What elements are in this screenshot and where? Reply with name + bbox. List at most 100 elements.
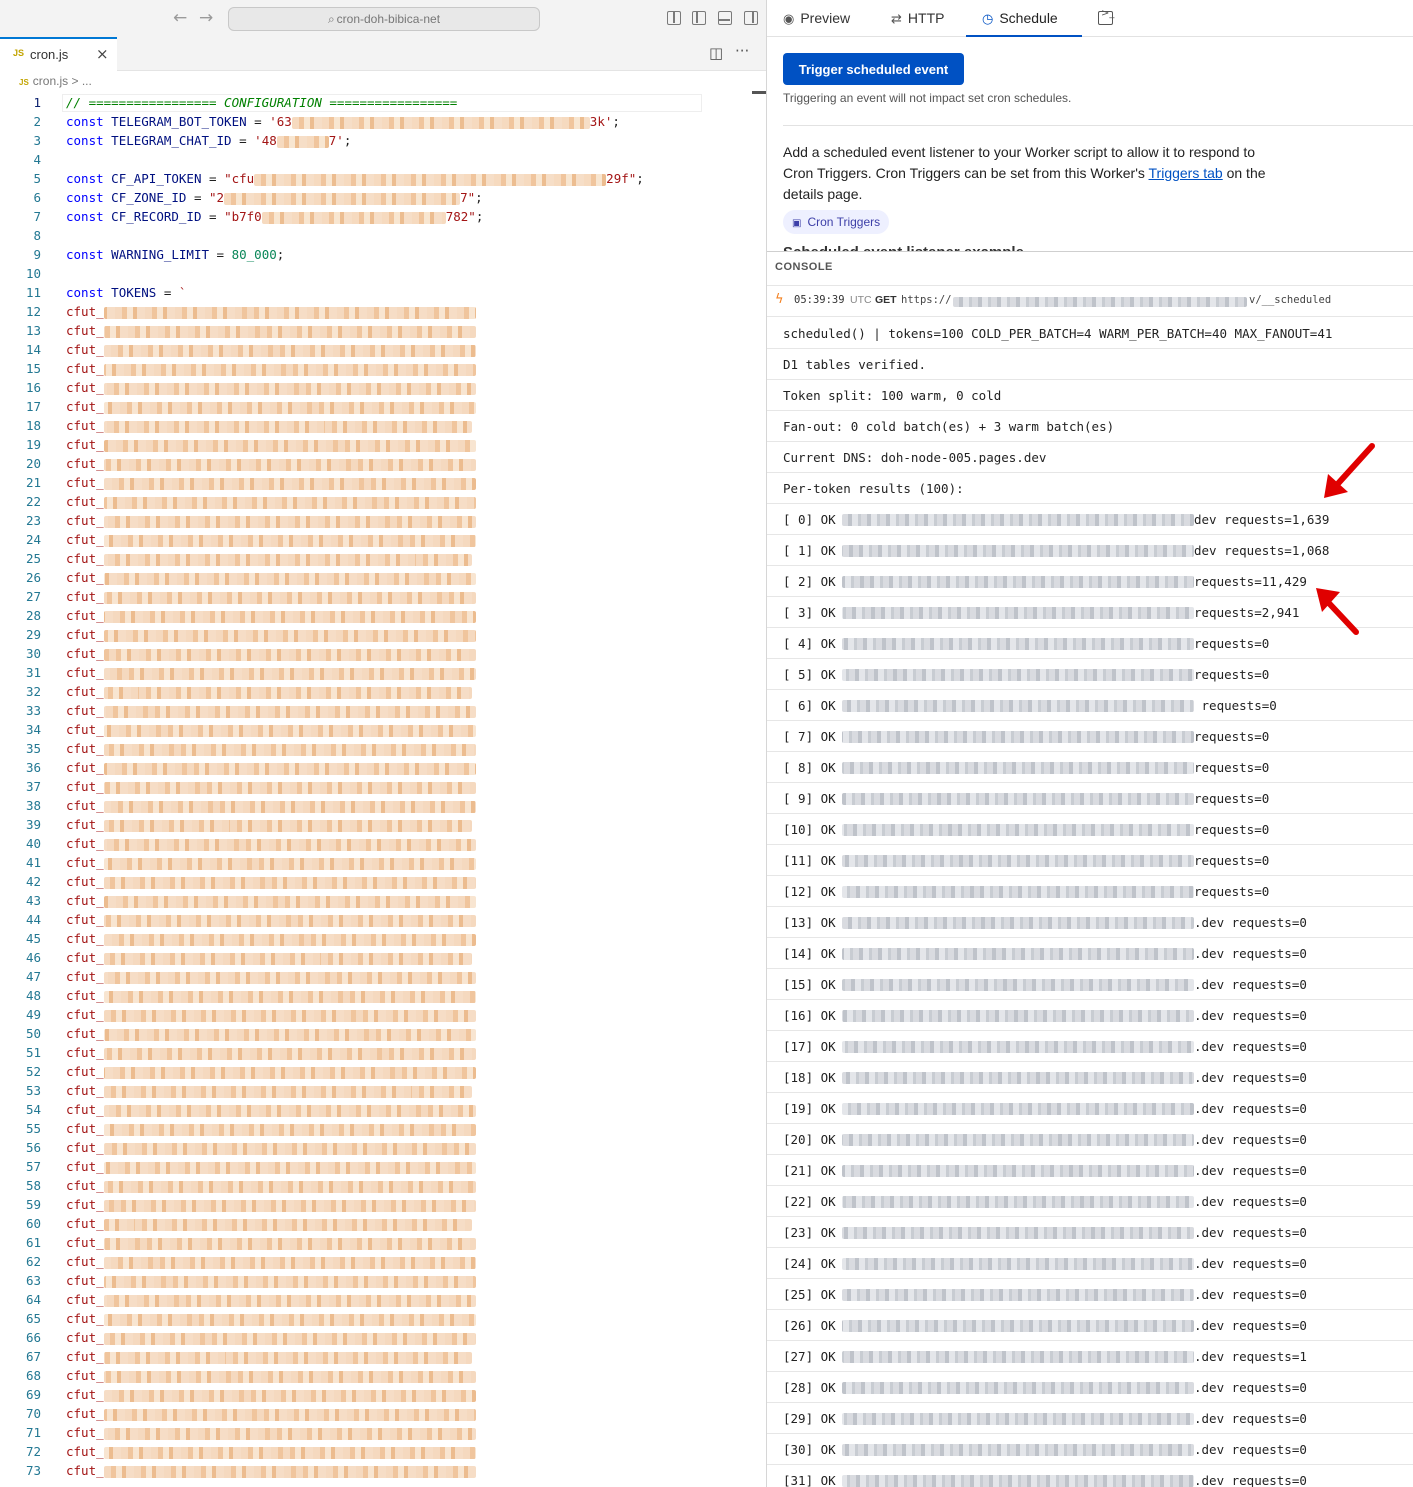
code-line: 19 cfut_ — [0, 435, 752, 454]
more-actions-icon[interactable]: ··· — [735, 42, 749, 60]
token-prefix: cfut_ — [66, 722, 104, 737]
redacted-token — [103, 325, 476, 338]
result-index: [25] OK — [783, 1287, 836, 1302]
token-result-row: [30] OK .dev requests=0 — [767, 1434, 1413, 1465]
tab-cron-js[interactable]: JS cron.js × — [0, 37, 117, 71]
code-area[interactable]: 1 // ================= CONFIGURATION ====… — [0, 93, 752, 1480]
toggle-primary-sidebar-icon[interactable] — [692, 11, 706, 25]
forward-arrow-icon[interactable]: → — [199, 9, 213, 27]
customize-layout-icon[interactable] — [667, 11, 681, 25]
string-literal: 3k' — [589, 114, 613, 129]
redacted-token — [103, 914, 476, 927]
redacted-token — [103, 306, 476, 319]
number-literal: 80_000 — [231, 247, 277, 262]
line-number: 62 — [25, 1254, 41, 1269]
token-prefix: cfut_ — [66, 627, 104, 642]
code-line: 56 cfut_ — [0, 1138, 752, 1157]
result-index: [21] OK — [783, 1163, 836, 1178]
token-prefix: cfut_ — [66, 665, 104, 680]
code-line: 30 cfut_ — [0, 644, 752, 663]
code-line: 17 cfut_ — [0, 397, 752, 416]
redacted-token — [103, 1313, 476, 1326]
result-requests: .dev requests=0 — [1194, 1380, 1307, 1395]
line-number: 58 — [25, 1178, 41, 1193]
token-result-row: [ 1] OK dev requests=1,068 — [767, 535, 1413, 566]
swap-arrows-icon: ⇄ — [891, 12, 902, 27]
operator: = — [201, 171, 225, 186]
token-prefix: cfut_ — [66, 1387, 104, 1402]
line-number: 60 — [25, 1216, 41, 1231]
trigger-scheduled-event-button[interactable]: Trigger scheduled event — [783, 53, 964, 85]
punctuation: ; — [343, 133, 352, 148]
result-index: [27] OK — [783, 1349, 836, 1364]
scrollbar-marker[interactable] — [752, 91, 766, 94]
token-prefix: cfut_ — [66, 741, 104, 756]
token-prefix: cfut_ — [66, 1349, 104, 1364]
string-literal: 7' — [328, 133, 344, 148]
redacted-token — [103, 1332, 476, 1345]
close-icon[interactable]: × — [96, 45, 109, 63]
request-row[interactable]: ϟ 05:39:39 UTC GET https:// v/__schedule… — [767, 286, 1413, 317]
result-requests: .dev requests=0 — [1194, 1194, 1307, 1209]
back-arrow-icon[interactable]: ← — [173, 9, 187, 27]
toggle-panel-icon[interactable] — [718, 11, 732, 25]
line-number: 61 — [25, 1235, 41, 1250]
result-requests: requests=0 — [1194, 636, 1270, 651]
redacted-token — [103, 1275, 476, 1288]
line-number: 35 — [25, 741, 41, 756]
line-number: 57 — [25, 1159, 41, 1174]
token-prefix: cfut_ — [66, 874, 104, 889]
divider — [783, 125, 1413, 126]
code-line: 11 const TOKENS = ` — [0, 283, 752, 302]
clock-icon: ◷ — [982, 12, 994, 27]
code-line: 59 cfut_ — [0, 1195, 752, 1214]
code-line: 31 cfut_ — [0, 663, 752, 682]
redacted-hostname — [842, 669, 1194, 681]
string-literal: 7" — [460, 190, 476, 205]
split-editor-icon[interactable]: ◫ — [709, 44, 723, 62]
result-index: [19] OK — [783, 1101, 836, 1116]
redacted-token — [103, 382, 476, 395]
tab-preview[interactable]: ◉ Preview — [783, 0, 850, 37]
keyword: const — [66, 209, 104, 224]
line-number: 55 — [25, 1121, 41, 1136]
token-prefix: cfut_ — [66, 1368, 104, 1383]
title-bar: ← → ⌕ cron-doh-bibica-net — [0, 0, 766, 37]
token-prefix: cfut_ — [66, 684, 104, 699]
tab-schedule[interactable]: ◷ Schedule — [966, 0, 1082, 37]
line-number: 50 — [25, 1026, 41, 1041]
token-prefix: cfut_ — [66, 418, 104, 433]
line-number: 25 — [25, 551, 41, 566]
log-message: D1 tables verified. — [767, 349, 1413, 380]
line-number: 6 — [33, 190, 41, 205]
result-index: [11] OK — [783, 853, 836, 868]
result-index: [ 9] OK — [783, 791, 836, 806]
punctuation: ; — [612, 114, 620, 129]
js-file-icon: JS — [13, 48, 25, 58]
redacted-token — [103, 648, 476, 661]
cron-triggers-chip[interactable]: ▣ Cron Triggers — [783, 210, 890, 234]
code-line: 67 cfut_ — [0, 1347, 752, 1366]
operator: = — [209, 247, 232, 262]
breadcrumb[interactable]: JS cron.js > ... — [19, 74, 92, 88]
redacted-token — [103, 439, 476, 452]
redacted-token — [103, 895, 476, 908]
string-literal: "2 — [209, 190, 225, 205]
triggers-tab-link[interactable]: Triggers tab — [1149, 165, 1223, 181]
line-number: 24 — [25, 532, 41, 547]
result-index: [12] OK — [783, 884, 836, 899]
line-number: 11 — [25, 285, 41, 300]
log-text: Current DNS: doh-node-005.pages.dev — [783, 450, 1047, 465]
command-center-search[interactable]: ⌕ cron-doh-bibica-net — [228, 7, 540, 31]
code-line: 13 cfut_ — [0, 321, 752, 340]
tab-http[interactable]: ⇄ HTTP — [891, 0, 944, 37]
tab-terminal[interactable]: >_ — [1098, 8, 1114, 25]
result-index: [ 4] OK — [783, 636, 836, 651]
line-number: 59 — [25, 1197, 41, 1212]
redacted-token — [103, 686, 472, 699]
result-requests: .dev requests=0 — [1194, 977, 1307, 992]
toggle-secondary-sidebar-icon[interactable] — [744, 11, 758, 25]
token-prefix: cfut_ — [66, 551, 104, 566]
token-prefix: cfut_ — [66, 703, 104, 718]
token-prefix: cfut_ — [66, 399, 104, 414]
